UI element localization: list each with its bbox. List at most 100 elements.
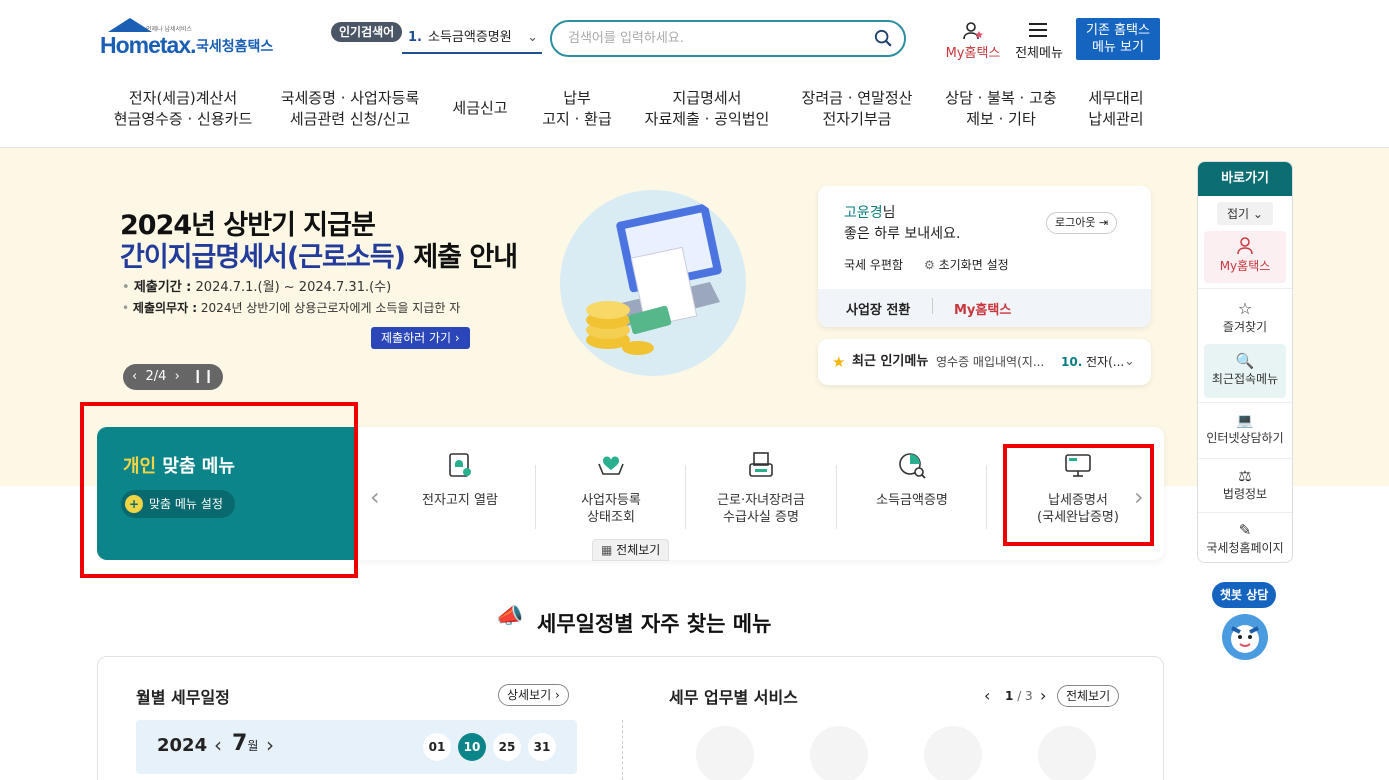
nav-line: 현금영수증 · 신용카드 (113, 110, 253, 128)
nav-line: 자료제출 · 공익법인 (644, 110, 770, 128)
sidebar-item-consult[interactable]: 💻 인터넷상담하기 (1198, 402, 1292, 458)
prev-arrow-icon[interactable]: ‹ (370, 483, 380, 511)
grid-icon: ▦ (601, 543, 613, 557)
nav-statements[interactable]: 지급명세서 자료제출 · 공익법인 (636, 88, 778, 130)
init-setting-link[interactable]: ⚙ 초기화면 설정 (924, 256, 1009, 273)
popular-menu-bar[interactable]: ★ 최근 인기메뉴 영수증 매입내역(지... 10. 전자(... ⌄ (818, 339, 1151, 385)
quick-item-label: 수급사실 증명 (723, 510, 799, 525)
nav-payment[interactable]: 납부고지 · 환급 (532, 88, 622, 130)
submit-cta-button[interactable]: 제출하러 가기 › (371, 327, 470, 349)
next-icon[interactable]: › (175, 369, 180, 384)
pager-label: 2/4 (145, 369, 167, 384)
quick-item-income-proof[interactable]: 소득금액증명 (837, 450, 987, 509)
day-chip-selected[interactable]: 10 (458, 733, 486, 761)
logo-text-kr: 국세청홈택스 (196, 39, 274, 55)
nav-certificates[interactable]: 국세증명 · 사업자등록 세금관련 신청/신고 (275, 88, 425, 130)
my-hometax-button[interactable]: My홈택스 (944, 22, 1002, 61)
service-title: 세무 업무별 서비스 (669, 688, 798, 707)
nav-tax-agent[interactable]: 세무대리 납세관리 (1076, 88, 1156, 130)
nav-line: 고지 · 환급 (542, 110, 612, 128)
chevron-down-icon: ⌄ (1252, 207, 1263, 221)
page-current: 1 (1005, 689, 1014, 703)
schedule-month: 7월 (232, 731, 258, 756)
quick-item-label: 소득금액증명 (876, 493, 948, 508)
schedule-detail-button[interactable]: 상세보기 › (498, 684, 569, 706)
printer-doc-icon (749, 452, 773, 477)
view-all-label: 전체보기 (616, 543, 661, 557)
popular-search-select[interactable]: 1. 소득금액증명원 ⌄ (402, 26, 542, 54)
highlight-box-tax-cert (1003, 444, 1154, 546)
house-tax-service-icon[interactable] (1038, 726, 1096, 780)
search-icon[interactable] (874, 29, 892, 47)
logout-button[interactable]: 로그아웃 ⇥ (1046, 212, 1118, 234)
chevron-right-icon: › (555, 688, 560, 702)
sidebar-item-favorites[interactable]: ☆ 즐겨찾기 (1198, 288, 1292, 344)
nav-e-invoice[interactable]: 전자(세금)계산서 현금영수증 · 신용카드 (108, 88, 258, 130)
heart-hands-icon (598, 456, 624, 475)
quick-view-all-button[interactable]: ▦ 전체보기 (592, 539, 670, 561)
old-hometax-line2: 메뉴 보기 (1092, 40, 1144, 55)
prev-month-icon[interactable]: ‹ (214, 733, 222, 757)
logo-text-en: Hometax. (100, 32, 197, 58)
month-value: 7 (232, 731, 248, 756)
quick-item-biz-status[interactable]: 사업자등록 상태조회 (536, 450, 686, 526)
card-my-hometax-button[interactable]: My홈택스 (954, 299, 1011, 318)
nav-line: 납세관리 (1088, 110, 1144, 128)
popular-term: 소득금액증명원 (427, 30, 512, 45)
all-menu-label: 전체메뉴 (1015, 46, 1063, 61)
prev-page-icon[interactable]: ‹ (984, 686, 990, 705)
service-pager: 1 / 3 (1005, 689, 1033, 703)
chevron-down-icon[interactable]: ⌄ (1124, 339, 1135, 385)
switch-biz-button[interactable]: 사업장 전환 (846, 299, 910, 318)
nav-consult[interactable]: 상담 · 불복 · 고충 제보 · 기타 (936, 88, 1066, 130)
hometax-logo[interactable]: 언제나 납세서비스 Hometax. 국세청홈택스 (98, 18, 278, 58)
nav-incentive[interactable]: 장려금 · 연말정산 전자기부금 (790, 88, 924, 130)
quick-item-e-notice[interactable]: 전자고지 열람 (385, 450, 535, 509)
popular-menu-item[interactable]: 영수증 매입내역(지... (936, 339, 1044, 385)
pause-icon[interactable]: ❙❙ (192, 369, 214, 384)
sidebar-item-nts-home[interactable]: ✎ 국세청홈페이지 (1198, 512, 1292, 562)
sidebar-item-my-hometax[interactable]: My홈택스 (1204, 231, 1286, 283)
old-hometax-line1: 기존 홈택스 (1086, 23, 1150, 38)
sidebar-title: 바로가기 (1198, 162, 1292, 196)
mailbox-link[interactable]: 국세 우편함 (844, 256, 903, 273)
day-chip[interactable]: 25 (493, 733, 521, 761)
divider (986, 465, 987, 529)
detail-label: 상세보기 (507, 688, 552, 702)
next-month-icon[interactable]: › (266, 733, 274, 757)
search-input[interactable]: 검색어를 입력하세요. (550, 20, 906, 57)
chatbot-button[interactable]: 챗봇 상담 (1212, 582, 1277, 608)
house-money-service-icon[interactable] (924, 726, 982, 780)
banner-illustration (560, 190, 746, 376)
next-page-icon[interactable]: › (1040, 686, 1046, 705)
chevron-right-icon: › (454, 331, 460, 345)
nav-line: 납부 (563, 89, 591, 107)
banner-duty: • 제출의무자 : 2024년 상반기에 상용근로자에게 소득을 지급한 자 (122, 299, 460, 316)
nav-line: 전자기부금 (822, 110, 892, 128)
document-bell-icon (449, 453, 471, 477)
quick-item-label: 근로·자녀장려금 (717, 493, 805, 508)
prev-icon[interactable]: ‹ (132, 369, 137, 384)
quick-link-sidebar: 바로가기 접기 ⌄ My홈택스 ☆ 즐겨찾기 🔍 최근접속메뉴 💻 인터넷상담하… (1197, 161, 1293, 563)
banner-title-rest: 제출 안내 (404, 242, 518, 273)
month-unit: 월 (247, 739, 259, 753)
sidebar-fold-button[interactable]: 접기 ⌄ (1198, 202, 1292, 225)
day-chip[interactable]: 01 (423, 733, 451, 761)
user-name: 고윤경 (844, 205, 883, 221)
edit-check-icon: ✎ (1238, 521, 1252, 539)
sidebar-item-law[interactable]: ⚖ 법령정보 (1198, 458, 1292, 512)
banner-pager[interactable]: ‹ 2/4 › ❙❙ (123, 364, 223, 390)
chatbot-mascot-icon[interactable] (1222, 614, 1268, 660)
quick-item-incentive-proof[interactable]: 근로·자녀장려금 수급사실 증명 (686, 450, 836, 526)
old-hometax-button[interactable]: 기존 홈택스 메뉴 보기 (1076, 18, 1160, 60)
nav-tax-return[interactable]: 세금신고 (440, 98, 520, 119)
sidebar-item-recent[interactable]: 🔍 최근접속메뉴 (1204, 344, 1286, 398)
init-setting-label: 초기화면 설정 (938, 258, 1009, 272)
vat-service-icon[interactable] (696, 726, 754, 780)
service-view-all-button[interactable]: 전체보기 (1057, 685, 1120, 707)
popular-menu-item[interactable]: 전자(... (1086, 339, 1124, 385)
salary-service-icon[interactable] (810, 726, 868, 780)
all-menu-button[interactable]: 전체메뉴 (1013, 22, 1065, 61)
day-chip[interactable]: 31 (528, 733, 556, 761)
laptop-coins-illustration (586, 203, 722, 355)
